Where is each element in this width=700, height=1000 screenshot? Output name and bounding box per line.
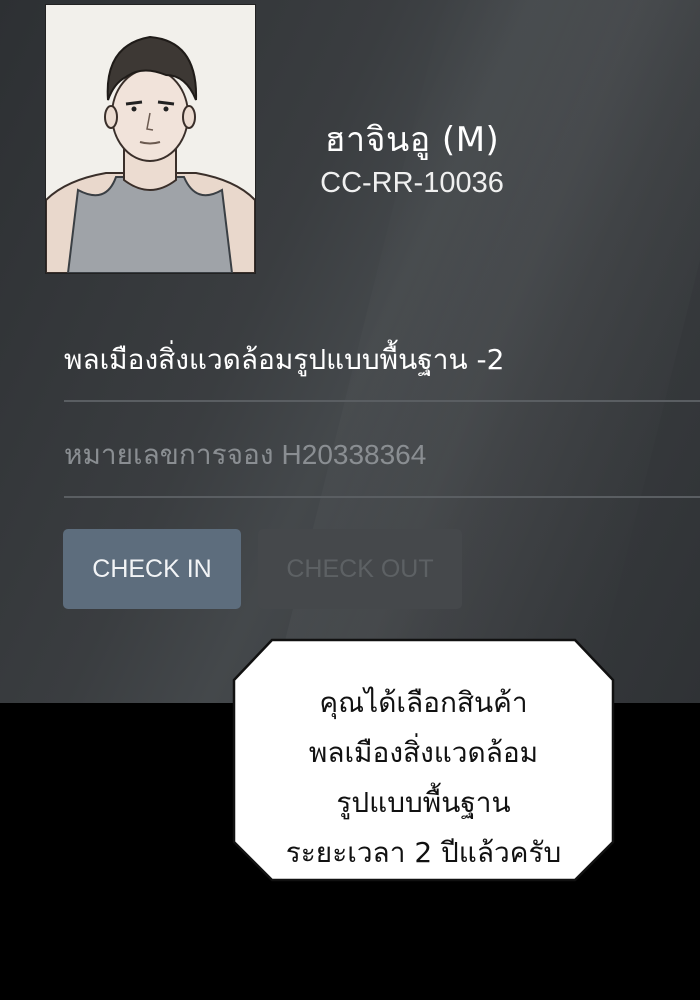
divider — [64, 400, 700, 402]
avatar — [45, 4, 256, 274]
speech-line: รูปแบบพื้นฐาน — [336, 786, 511, 819]
speech-line: คุณได้เลือกสินค้า — [319, 686, 528, 719]
product-name: พลเมืองสิ่งแวดล้อมรูปแบบพื้นฐาน -2 — [64, 343, 505, 376]
reservation-number: H20338364 — [281, 439, 427, 470]
speech-line: ระยะเวลา 2 ปีแล้วครับ — [285, 836, 562, 869]
check-out-button[interactable]: CHECK OUT — [258, 529, 462, 609]
check-in-button[interactable]: CHECK IN — [63, 529, 241, 609]
booking-panel: ฮาจินอู (M) CC-RR-10036 พลเมืองสิ่งแวดล้… — [0, 0, 700, 703]
speech-bubble: คุณได้เลือกสินค้า พลเมืองสิ่งแวดล้อม รูป… — [232, 638, 615, 882]
reservation-row: หมายเลขการจอง H20338364 — [64, 433, 684, 477]
reservation-label: หมายเลขการจอง — [64, 438, 274, 471]
profile-name: ฮาจินอู (M) — [324, 120, 500, 160]
speech-bubble-text: คุณได้เลือกสินค้า พลเมืองสิ่งแวดล้อม รูป… — [232, 678, 615, 878]
profile-code: CC-RR-10036 — [320, 167, 504, 199]
speech-line: พลเมืองสิ่งแวดล้อม — [308, 736, 539, 769]
divider — [64, 496, 700, 498]
